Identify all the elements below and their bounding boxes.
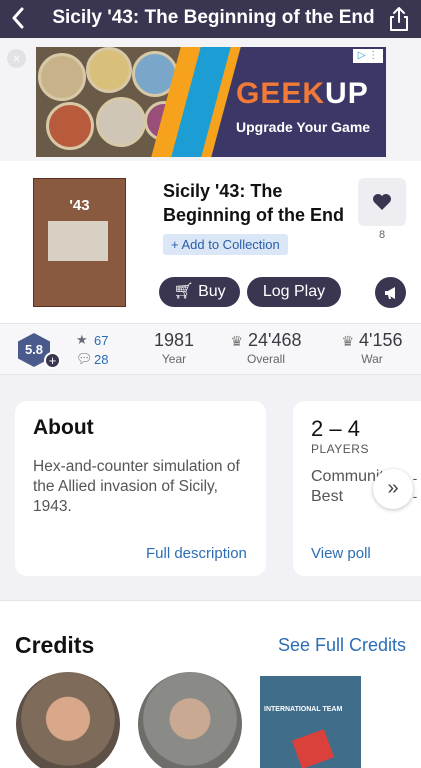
players-range: 2 – 4 [311,416,360,441]
about-description: Hex-and-counter simulation of the Allied… [33,458,240,515]
top-nav-bar: Sicily '43: The Beginning of the End [0,0,421,38]
designer-avatar[interactable] [16,672,120,768]
ad-banner[interactable]: ▷ ⋮ GEEKUP Upgrade Your Game [36,47,386,157]
ratings-count[interactable]: ★ 67 [76,332,108,348]
megaphone-icon [384,286,395,299]
see-full-credits-link[interactable]: See Full Credits [278,635,406,656]
share-icon [390,7,408,31]
stats-bar: 5.8 + ★ 67 💬︎ 28 1981 Year ♛ 24'468 Over… [0,323,421,375]
scroll-right-button[interactable]: » [373,469,413,509]
add-rating-button[interactable]: + [44,352,61,369]
comments-count[interactable]: 💬︎ 28 [76,351,108,367]
game-header: '43 Sicily '43: The Beginning of the End… [0,161,421,323]
double-chevron-right-icon: » [387,477,399,499]
promote-button[interactable] [375,277,406,308]
overall-rank-stat[interactable]: ♛ 24'468 Overall [222,330,310,366]
star-icon: ★ [76,332,88,347]
about-title: About [33,416,94,439]
crown-icon: ♛ [230,333,244,349]
back-button[interactable] [4,4,32,32]
log-play-button[interactable]: Log Play [247,277,341,307]
comment-icon: 💬︎ [76,351,93,366]
designer-avatar[interactable] [138,672,242,768]
publisher-card-text: INTERNATIONAL TEAM [264,706,343,713]
year-stat: 1981 Year [153,330,195,366]
game-cover-image[interactable]: '43 [33,178,126,307]
cover-label: '43 [69,197,90,214]
buy-button[interactable]: 🛒︎ Buy [159,277,240,307]
chevron-left-icon [12,7,24,29]
ad-brand: GEEKUP [236,77,369,110]
game-title: Sicily '43: The Beginning of the End [163,181,344,225]
full-description-link[interactable]: Full description [146,545,247,562]
publisher-image[interactable]: INTERNATIONAL TEAM [260,676,361,768]
favorite-count: 8 [378,229,386,241]
about-card[interactable]: About Hex-and-counter simulation of the … [15,401,266,576]
crown-icon: ♛ [341,333,355,349]
credits-title: Credits [15,632,95,658]
view-poll-link[interactable]: View poll [311,545,371,562]
svg-text:5.8: 5.8 [25,342,43,357]
ad-close-button[interactable]: × [7,49,26,68]
page-title: Sicily '43: The Beginning of the End [52,7,375,28]
add-to-collection-button[interactable]: + Add to Collection [163,234,288,255]
share-button[interactable] [385,4,413,34]
heart-icon [373,194,391,210]
adchoices-icon[interactable]: ▷ ⋮ [353,49,383,63]
players-label: PLAYERS [311,442,369,456]
favorite-button[interactable] [358,178,406,226]
ad-area: × ▷ ⋮ GEEKUP Upgrade Your Game [0,38,421,161]
cart-icon: 🛒︎ [173,283,194,300]
war-rank-stat[interactable]: ♛ 4'156 War [334,330,410,366]
ad-tagline: Upgrade Your Game [236,119,371,135]
